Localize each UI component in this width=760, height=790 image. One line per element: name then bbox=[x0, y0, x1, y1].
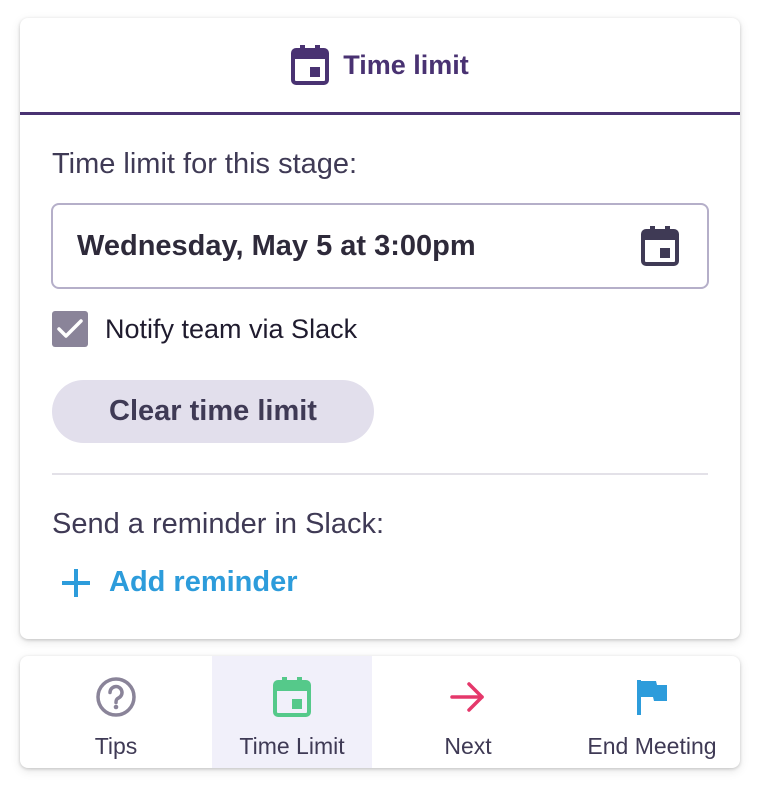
tab-time-limit[interactable]: Time Limit bbox=[212, 656, 372, 768]
panel-title: Time limit bbox=[343, 49, 469, 80]
calendar-icon[interactable] bbox=[641, 226, 679, 266]
notify-slack-option[interactable]: Notify team via Slack bbox=[52, 311, 357, 347]
add-reminder-button[interactable]: Add reminder bbox=[60, 566, 298, 599]
tab-next-label: Next bbox=[444, 733, 492, 759]
question-circle-icon bbox=[95, 676, 137, 718]
tab-tips-label: Tips bbox=[94, 733, 138, 759]
tab-end-meeting[interactable]: End Meeting bbox=[564, 656, 740, 768]
arrow-right-icon bbox=[447, 676, 489, 718]
bottom-action-bar: Tips Time Limit Next End Meeting bbox=[20, 656, 740, 768]
panel-header: Time limit bbox=[20, 18, 740, 115]
time-limit-panel: Time limit Time limit for this stage: We… bbox=[20, 18, 740, 639]
stage-time-limit-label: Time limit for this stage: bbox=[52, 148, 358, 180]
checkmark-icon bbox=[57, 319, 83, 338]
plus-icon bbox=[60, 567, 92, 599]
add-reminder-label: Add reminder bbox=[109, 566, 298, 598]
tab-next[interactable]: Next bbox=[372, 656, 564, 768]
slack-reminder-label: Send a reminder in Slack: bbox=[52, 508, 385, 540]
divider bbox=[52, 473, 708, 475]
notify-slack-label: Notify team via Slack bbox=[105, 313, 358, 344]
flag-icon bbox=[631, 676, 673, 718]
calendar-icon bbox=[291, 45, 330, 85]
time-limit-date-field[interactable]: Wednesday, May 5 at 3:00pm bbox=[51, 203, 709, 289]
tab-tips[interactable]: Tips bbox=[20, 656, 212, 768]
time-limit-date-value: Wednesday, May 5 at 3:00pm bbox=[77, 229, 476, 262]
tab-time-limit-label: Time Limit bbox=[239, 733, 345, 759]
clear-time-limit-button[interactable]: Clear time limit bbox=[52, 380, 374, 443]
tab-end-meeting-label: End Meeting bbox=[587, 733, 717, 759]
notify-slack-checkbox[interactable] bbox=[52, 311, 88, 347]
calendar-icon bbox=[271, 676, 313, 718]
